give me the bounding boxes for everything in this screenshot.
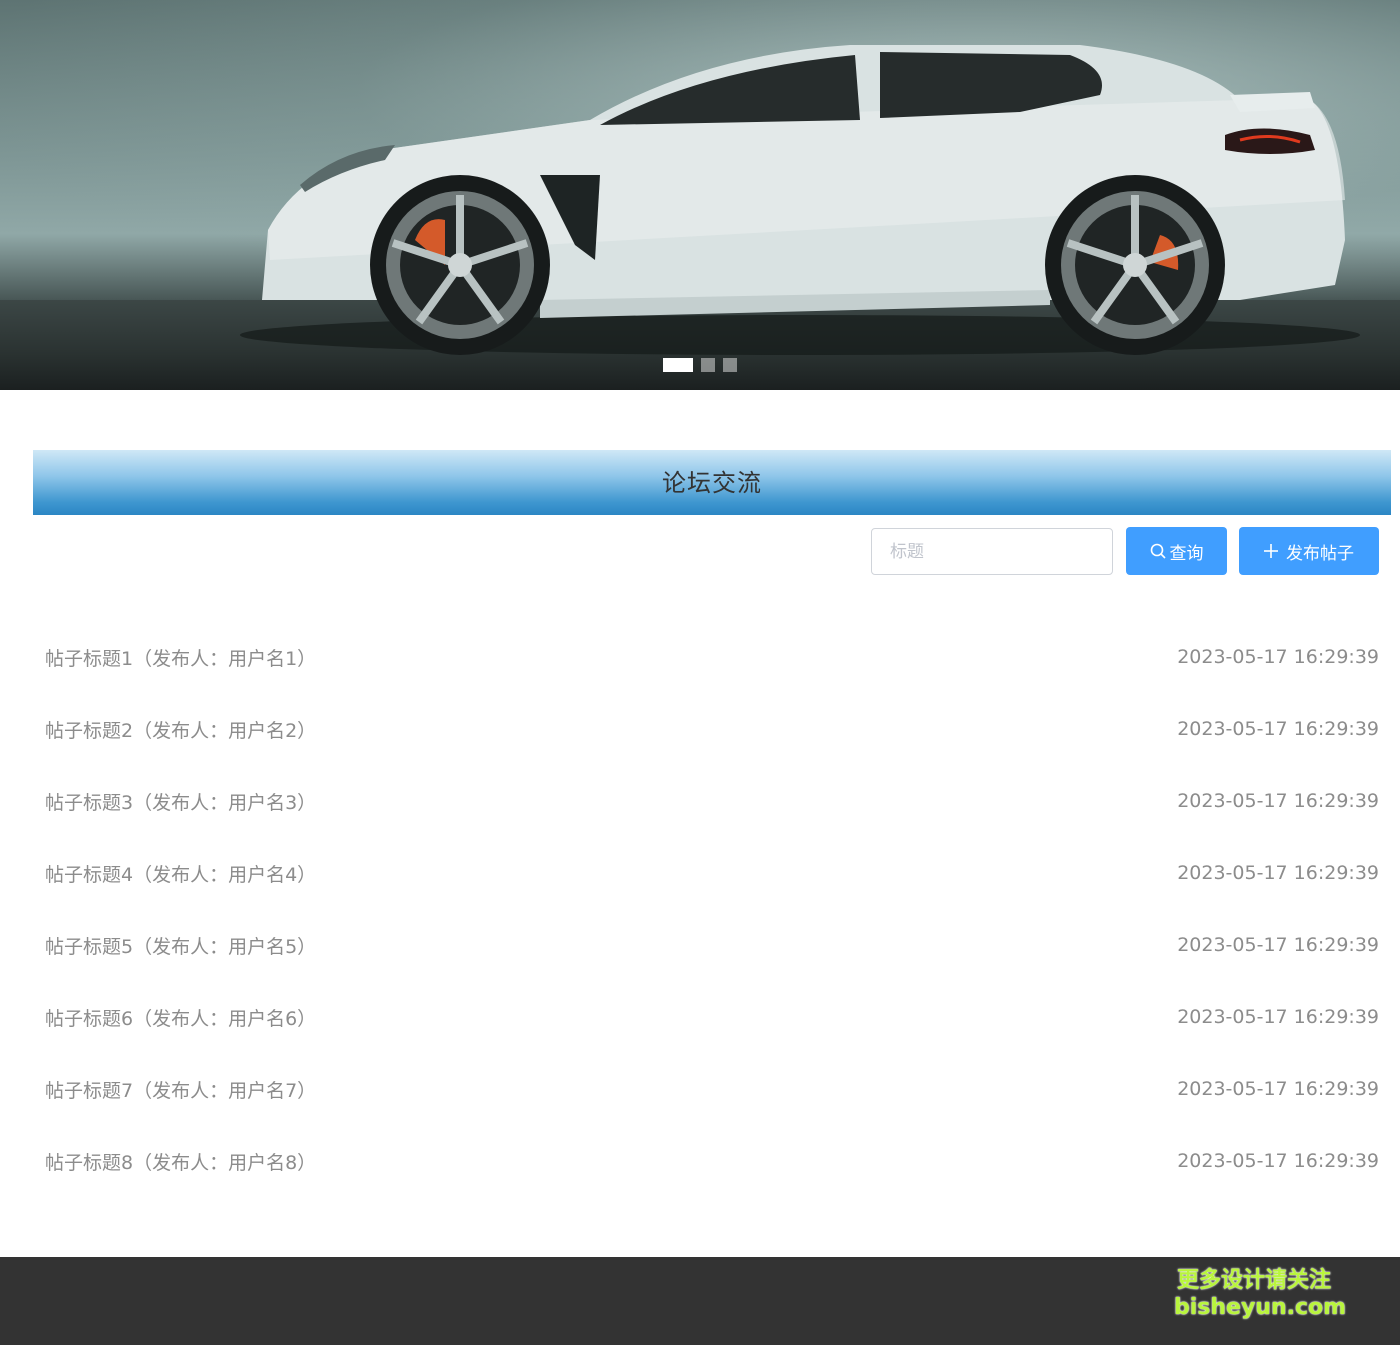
post-item[interactable]: 帖子标题5（发布人：用户名5） 2023-05-17 16:29:39 (33, 909, 1391, 981)
post-item[interactable]: 帖子标题4（发布人：用户名4） 2023-05-17 16:29:39 (33, 837, 1391, 909)
post-title: 帖子标题2（发布人：用户名2） (45, 719, 317, 742)
watermark-line2: bisheyun.com (1174, 1295, 1347, 1320)
carousel-indicators (0, 358, 1400, 372)
post-time: 2023-05-17 16:29:39 (1177, 934, 1379, 956)
post-time: 2023-05-17 16:29:39 (1177, 718, 1379, 740)
new-post-button-label: 发布帖子 (1286, 543, 1354, 564)
section-title: 论坛交流 (33, 450, 1391, 515)
post-item[interactable]: 帖子标题8（发布人：用户名8） 2023-05-17 16:29:39 (33, 1125, 1391, 1197)
new-post-button[interactable]: 发布帖子 (1239, 527, 1379, 575)
title-search-input[interactable] (871, 528, 1113, 575)
post-time: 2023-05-17 16:29:39 (1177, 790, 1379, 812)
post-time: 2023-05-17 16:29:39 (1177, 1078, 1379, 1100)
watermark-line1: 更多设计请关注 (1176, 1268, 1331, 1293)
banner-carousel[interactable] (0, 0, 1400, 390)
query-button-label: 查询 (1169, 543, 1204, 564)
post-time: 2023-05-17 16:29:39 (1177, 1150, 1379, 1172)
post-title: 帖子标题3（发布人：用户名3） (45, 791, 317, 814)
post-list: 帖子标题1（发布人：用户名1） 2023-05-17 16:29:39 帖子标题… (33, 621, 1391, 1197)
post-time: 2023-05-17 16:29:39 (1177, 862, 1379, 884)
post-time: 2023-05-17 16:29:39 (1177, 1006, 1379, 1028)
query-button[interactable]: 查询 (1126, 527, 1227, 575)
post-title: 帖子标题5（发布人：用户名5） (45, 935, 317, 958)
post-title: 帖子标题1（发布人：用户名1） (45, 647, 317, 670)
carousel-dot[interactable] (663, 358, 693, 372)
post-title: 帖子标题6（发布人：用户名6） (45, 1007, 317, 1030)
post-item[interactable]: 帖子标题3（发布人：用户名3） 2023-05-17 16:29:39 (33, 765, 1391, 837)
post-title: 帖子标题8（发布人：用户名8） (45, 1151, 317, 1174)
post-time: 2023-05-17 16:29:39 (1177, 646, 1379, 668)
post-item[interactable]: 帖子标题2（发布人：用户名2） 2023-05-17 16:29:39 (33, 693, 1391, 765)
footer: 更多设计请关注 bisheyun.com (0, 1257, 1400, 1345)
watermark: 更多设计请关注 bisheyun.com (1174, 1267, 1347, 1321)
post-title: 帖子标题7（发布人：用户名7） (45, 1079, 317, 1102)
post-item[interactable]: 帖子标题6（发布人：用户名6） 2023-05-17 16:29:39 (33, 981, 1391, 1053)
carousel-dot[interactable] (701, 358, 715, 372)
plus-icon (1264, 544, 1278, 558)
carousel-dot[interactable] (723, 358, 737, 372)
car-image (240, 45, 1360, 355)
post-title: 帖子标题4（发布人：用户名4） (45, 863, 317, 886)
post-item[interactable]: 帖子标题1（发布人：用户名1） 2023-05-17 16:29:39 (33, 621, 1391, 693)
search-icon (1150, 543, 1166, 559)
post-item[interactable]: 帖子标题7（发布人：用户名7） 2023-05-17 16:29:39 (33, 1053, 1391, 1125)
